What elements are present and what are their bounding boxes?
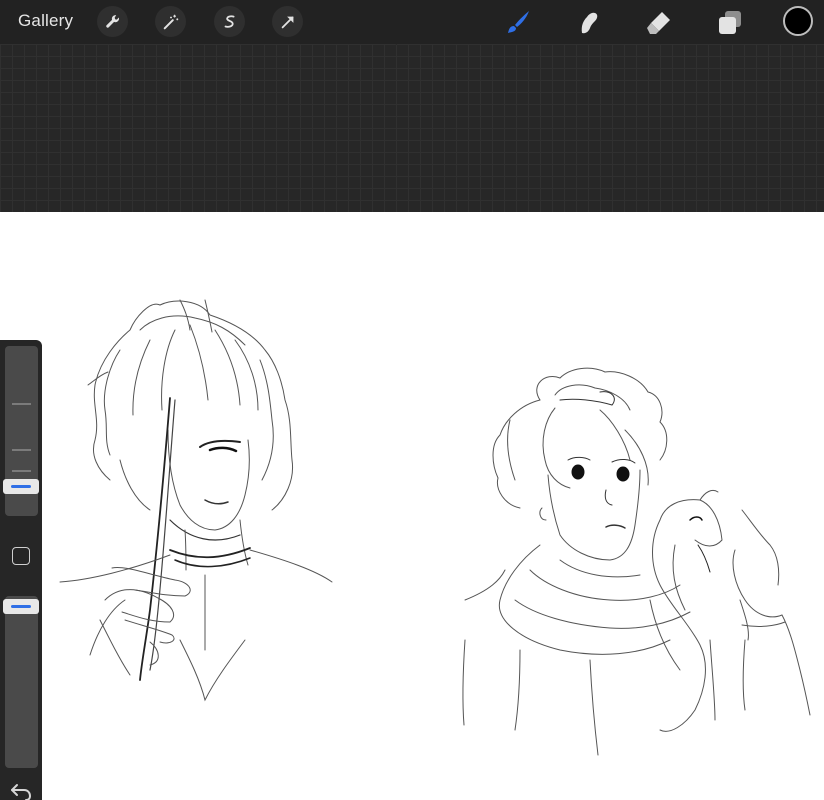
magic-wand-icon[interactable] <box>155 6 186 37</box>
brush-size-thumb[interactable] <box>3 479 39 494</box>
drawing-canvas[interactable] <box>0 212 824 800</box>
canvas-background-grid <box>0 44 824 212</box>
sketch-artwork <box>59 299 811 756</box>
gallery-button[interactable]: Gallery <box>18 11 73 31</box>
eraser-icon[interactable] <box>643 6 675 38</box>
slider-tick <box>12 403 31 405</box>
opacity-thumb[interactable] <box>3 599 39 614</box>
layers-icon[interactable] <box>714 6 746 38</box>
brush-icon[interactable] <box>502 6 534 38</box>
slider-tick <box>12 449 31 451</box>
opacity-slider[interactable] <box>3 596 39 768</box>
transform-arrow-icon[interactable] <box>272 6 303 37</box>
slider-tick <box>12 470 31 472</box>
undo-icon[interactable] <box>9 782 33 800</box>
wrench-icon[interactable] <box>97 6 128 37</box>
selection-icon[interactable] <box>214 6 245 37</box>
top-toolbar: Gallery <box>0 0 824 44</box>
brush-size-slider[interactable] <box>3 346 39 516</box>
color-picker-swatch[interactable] <box>783 6 813 36</box>
modify-button[interactable] <box>12 547 30 565</box>
left-sidebar <box>0 340 42 800</box>
smudge-icon[interactable] <box>572 6 604 38</box>
